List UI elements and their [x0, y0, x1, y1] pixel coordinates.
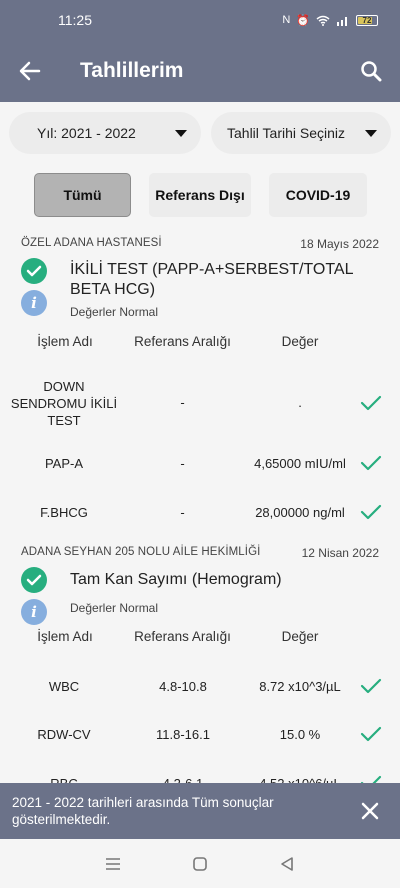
- row-range: 4.8-10.8: [159, 679, 207, 694]
- checkmark-icon: [360, 678, 382, 694]
- column-header-name: İşlem Adı: [37, 629, 93, 644]
- search-icon: [361, 61, 382, 82]
- status-text: Değerler Normal: [70, 601, 159, 615]
- tab-covid19[interactable]: COVID-19: [269, 173, 367, 217]
- status-bar: 11:25 N ⏰ 72: [0, 0, 400, 40]
- alarm-icon: ⏰: [296, 14, 310, 27]
- row-range: 11.8-16.1: [156, 727, 210, 742]
- search-button[interactable]: [342, 40, 400, 102]
- column-header-range: Referans Aralığı: [134, 629, 231, 644]
- tab-out-of-reference[interactable]: Referans Dışı: [149, 173, 251, 217]
- battery-level: 72: [362, 15, 372, 25]
- checkmark-icon: [360, 395, 382, 411]
- year-dropdown-label: Yıl: 2021 - 2022: [37, 125, 136, 141]
- info-icon[interactable]: i: [21, 599, 47, 625]
- row-value: 8.72 x10^3/µL: [259, 679, 341, 694]
- year-dropdown[interactable]: Yıl: 2021 - 2022: [9, 112, 201, 154]
- battery-icon: 72: [356, 14, 378, 26]
- column-header-value: Değer: [281, 334, 319, 349]
- info-icon[interactable]: i: [21, 290, 47, 316]
- column-header-range: Referans Aralığı: [134, 334, 231, 349]
- back-triangle-icon: [280, 856, 293, 871]
- test-name: Tam Kan Sayımı (Hemogram): [70, 571, 282, 588]
- status-text: Değerler Normal: [70, 305, 159, 319]
- home-icon: [193, 856, 207, 871]
- date-dropdown[interactable]: Tahlil Tarihi Seçiniz: [211, 112, 391, 154]
- hospital-name: ÖZEL ADANA HASTANESİ: [21, 237, 162, 249]
- checkmark-icon: [360, 455, 382, 471]
- filter-bar: Yıl: 2021 - 2022 Tahlil Tarihi Seçiniz: [9, 112, 391, 154]
- result-date: 18 Mayıs 2022: [300, 237, 379, 251]
- page-title: Tahlillerim: [80, 59, 184, 82]
- snackbar-close-button[interactable]: [354, 795, 386, 827]
- test-name: İKİLİ TEST (PAPP-A+SERBEST/TOTAL BETA HC…: [70, 261, 353, 298]
- home-button[interactable]: [185, 849, 215, 879]
- recents-icon: [106, 857, 121, 870]
- date-dropdown-label: Tahlil Tarihi Seçiniz: [227, 125, 346, 141]
- snackbar-message: 2021 - 2022 tarihleri arasında Tüm sonuç…: [12, 795, 274, 827]
- recents-button[interactable]: [98, 849, 128, 879]
- column-header-name: İşlem Adı: [37, 334, 93, 349]
- row-range: -: [180, 395, 185, 410]
- wifi-icon: [316, 15, 330, 26]
- check-circle-icon: [21, 258, 47, 284]
- tab-all[interactable]: Tümü: [34, 173, 131, 217]
- column-header-value: Değer: [281, 629, 319, 644]
- caret-down-icon: [175, 129, 187, 137]
- signal-icon: [337, 16, 347, 26]
- back-button[interactable]: [0, 40, 60, 102]
- check-circle-icon: [21, 567, 47, 593]
- nfc-icon: N: [282, 14, 291, 26]
- system-navigation-bar: [0, 839, 400, 888]
- row-value: .: [298, 395, 302, 410]
- checkmark-icon: [360, 726, 382, 742]
- result-date: 12 Nisan 2022: [301, 546, 379, 560]
- snackbar: 2021 - 2022 tarihleri arasında Tüm sonuç…: [0, 783, 400, 839]
- row-range: -: [180, 456, 185, 471]
- checkmark-icon: [360, 504, 382, 520]
- system-icons: N ⏰ 72: [282, 14, 378, 27]
- row-range: -: [180, 505, 185, 520]
- row-name: DOWN SENDROMU İKİLİ TEST: [10, 379, 118, 428]
- row-name: RDW-CV: [37, 727, 91, 742]
- app-bar: Tahlillerim: [0, 40, 400, 102]
- row-name: WBC: [48, 679, 80, 694]
- row-name: PAP-A: [44, 456, 84, 471]
- close-icon: [361, 802, 379, 820]
- status-time: 11:25: [58, 12, 92, 28]
- system-back-button[interactable]: [272, 849, 302, 879]
- row-name: F.BHCG: [40, 505, 88, 520]
- hospital-name: ADANA SEYHAN 205 NOLU AİLE HEKİMLİĞİ: [21, 546, 261, 558]
- row-value: 28,00000 ng/ml: [255, 505, 345, 520]
- row-value: 4,65000 mIU/ml: [254, 456, 346, 471]
- caret-down-icon: [365, 129, 377, 137]
- back-arrow-icon: [19, 61, 41, 81]
- row-value: 15.0 %: [279, 727, 321, 742]
